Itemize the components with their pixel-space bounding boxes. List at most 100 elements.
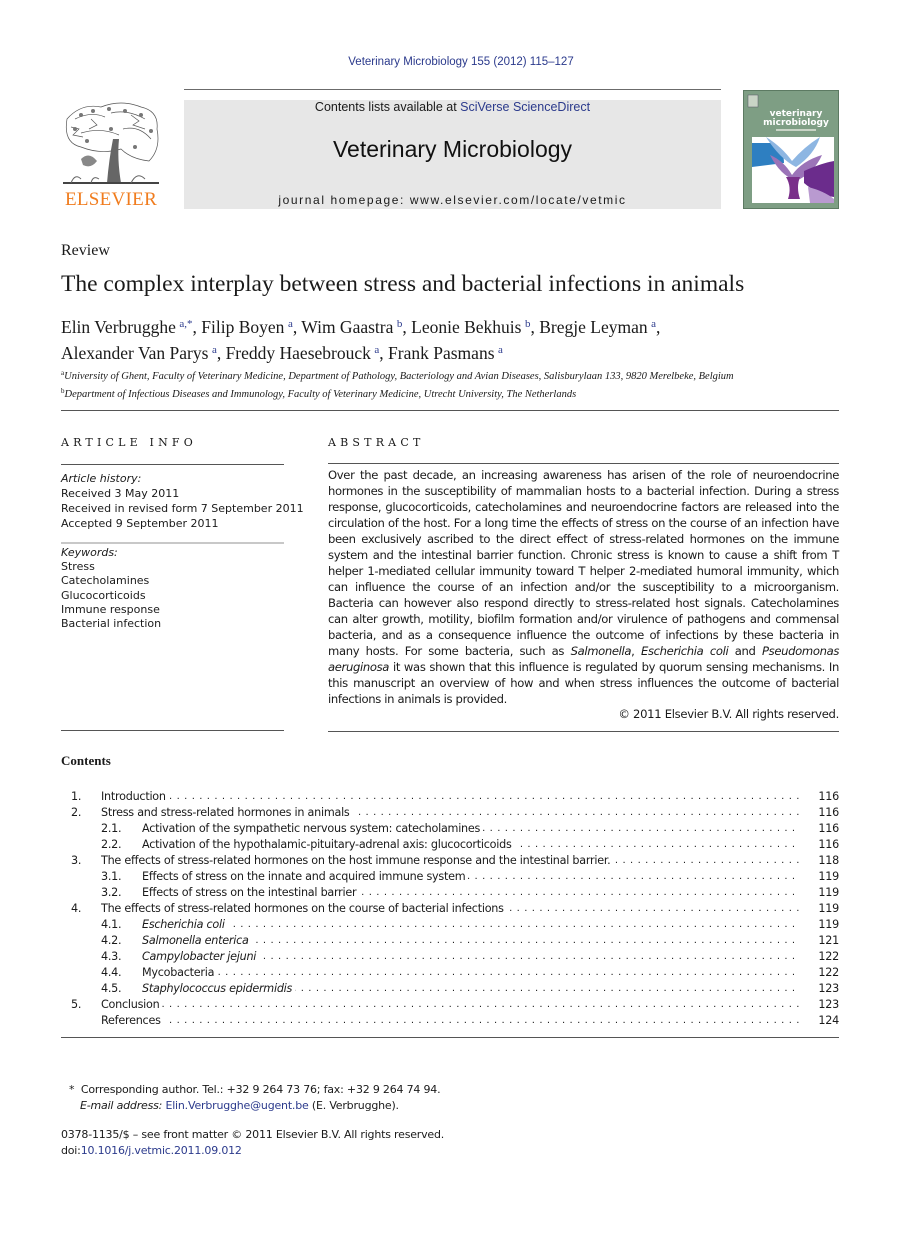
affiliation-marker[interactable]: a	[498, 344, 503, 356]
toc-entry-title[interactable]: Conclusion	[101, 997, 799, 1013]
toc-entry-number: 2.	[71, 806, 82, 819]
toc-entry-title-text: Campylobacter jejuni	[142, 950, 260, 963]
toc-entry-title[interactable]: Campylobacter jejuni	[142, 949, 799, 965]
toc-entry-page[interactable]: 116	[818, 805, 839, 821]
history-label: Article history:	[61, 472, 142, 485]
toc-entry-title-text: Effects of stress on the intestinal barr…	[142, 886, 360, 899]
toc-entry-page[interactable]: 119	[818, 885, 839, 901]
doi-prefix: doi:	[61, 1143, 81, 1157]
toc-entry-title[interactable]: Escherichia coli	[142, 917, 799, 933]
toc-entry-page[interactable]: 121	[818, 933, 839, 949]
divider	[328, 731, 839, 732]
footnote-marker: *	[69, 1083, 75, 1096]
toc-entry[interactable]: 4.3. Campylobacter jejuni 122	[61, 949, 839, 965]
toc-entry-title[interactable]: Effects of stress on the intestinal barr…	[142, 885, 799, 901]
toc-entry[interactable]: 3.1. Effects of stress on the innate and …	[61, 869, 839, 885]
contents-prefix: Contents lists available at	[314, 100, 461, 114]
toc-entry-page[interactable]: 118	[818, 853, 839, 869]
toc-entry[interactable]: 4. The effects of stress-related hormones…	[61, 901, 839, 917]
toc-entry-title[interactable]: Activation of the hypothalamic-pituitary…	[142, 837, 799, 853]
affiliation: bDepartment of Infectious Diseases and I…	[61, 387, 577, 400]
divider	[61, 730, 284, 731]
abstract-text: Over the past decade, an increasing awar…	[328, 468, 840, 706]
toc-entry-title[interactable]: Mycobacteria	[142, 965, 799, 981]
toc-entry-page[interactable]: 119	[818, 917, 839, 933]
toc-entry-page[interactable]: 116	[818, 789, 839, 805]
toc-entry-page[interactable]: 116	[818, 821, 839, 837]
toc-entry[interactable]: 5. Conclusion 123	[61, 997, 839, 1013]
email-suffix: (E. Verbrugghe).	[308, 1098, 399, 1112]
affiliations: aUniversity of Ghent, Faculty of Veterin…	[61, 366, 851, 402]
toc-entry-title-text: Mycobacteria	[142, 966, 218, 979]
toc-entry-page[interactable]: 122	[818, 965, 839, 981]
toc-entry-page[interactable]: 116	[818, 837, 839, 853]
toc-entry-title-text: The effects of stress-related hormones o…	[101, 902, 507, 915]
author[interactable]: Frank Pasmans a	[388, 343, 503, 363]
corresponding-author-footnote: * Corresponding author. Tel.: +32 9 264 …	[69, 1082, 441, 1113]
toc-entry[interactable]: 2.2. Activation of the hypothalamic-pitui…	[61, 837, 839, 853]
toc-entry[interactable]: 2. Stress and stress-related hormones in …	[61, 805, 839, 821]
toc-entry-title[interactable]: The effects of stress-related hormones o…	[101, 901, 799, 917]
toc-entry-title-text: Activation of the sympathetic nervous sy…	[142, 822, 484, 835]
toc-entry-title-text: The effects of stress-related hormones o…	[101, 854, 614, 867]
toc-entry[interactable]: 2.1. Activation of the sympathetic nervou…	[61, 821, 839, 837]
toc-entry[interactable]: References 124	[61, 1013, 839, 1029]
toc-entry-page[interactable]: 123	[818, 981, 839, 997]
toc-entry[interactable]: 3. The effects of stress-related hormones…	[61, 853, 839, 869]
contents-availability: Contents lists available at SciVerse Sci…	[184, 100, 721, 114]
toc-entry-title-text: Conclusion	[101, 998, 163, 1011]
toc-entry-number: 4.4.	[101, 966, 122, 979]
toc-entry-title[interactable]: The effects of stress-related hormones o…	[101, 853, 799, 869]
toc-entry-title[interactable]: Stress and stress-related hormones in an…	[101, 805, 799, 821]
homepage-url[interactable]: www.elsevier.com/locate/vetmic	[410, 193, 627, 207]
toc-entry-title[interactable]: References	[101, 1013, 799, 1029]
toc-entry-title[interactable]: Effects of stress on the innate and acqu…	[142, 869, 799, 885]
doi-link[interactable]: 10.1016/j.vetmic.2011.09.012	[81, 1144, 242, 1157]
author[interactable]: Filip Boyen a	[201, 317, 293, 337]
author[interactable]: Leonie Bekhuis b	[411, 317, 530, 337]
toc-entry-page[interactable]: 119	[818, 901, 839, 917]
toc-entry[interactable]: 4.4. Mycobacteria 122	[61, 965, 839, 981]
toc-entry-title[interactable]: Salmonella enterica	[142, 933, 799, 949]
toc-entry-page[interactable]: 123	[818, 997, 839, 1013]
email-link[interactable]: Elin.Verbrugghe@ugent.be	[165, 1099, 308, 1112]
abstract-heading: ABSTRACT	[328, 436, 425, 449]
author[interactable]: Bregje Leyman a	[539, 317, 656, 337]
affiliation-marker[interactable]: b	[525, 318, 531, 330]
toc-entry[interactable]: 4.2. Salmonella enterica 121	[61, 933, 839, 949]
toc-entry-number: 2.1.	[101, 822, 122, 835]
affiliation: aUniversity of Ghent, Faculty of Veterin…	[61, 369, 734, 382]
affiliation-marker[interactable]: a	[374, 344, 379, 356]
toc-entry-page[interactable]: 119	[818, 869, 839, 885]
contents-heading: Contents	[61, 753, 111, 768]
keyword: Immune response	[61, 602, 160, 616]
toc-entry[interactable]: 3.2. Effects of stress on the intestinal …	[61, 885, 839, 901]
elsevier-wordmark: ELSEVIER	[64, 189, 158, 210]
toc-entry[interactable]: 4.1. Escherichia coli 119	[61, 917, 839, 933]
affiliation-marker[interactable]: a	[651, 318, 656, 330]
affiliation-marker[interactable]: b	[397, 318, 403, 330]
author[interactable]: Alexander Van Parys a	[61, 343, 217, 363]
author[interactable]: Elin Verbrugghe a,*	[61, 317, 193, 337]
author-list: Elin Verbrugghe a,*, Filip Boyen a, Wim …	[61, 317, 661, 363]
affiliation-marker[interactable]: a,*	[179, 318, 192, 330]
affiliation-marker[interactable]: a	[212, 344, 217, 356]
author[interactable]: Wim Gaastra b	[301, 317, 402, 337]
toc-entry[interactable]: 1. Introduction 116	[61, 789, 839, 805]
toc-entry-page[interactable]: 122	[818, 949, 839, 965]
affiliation-marker[interactable]: a	[288, 318, 293, 330]
toc-entry-title[interactable]: Introduction	[101, 789, 799, 805]
toc-entry-page[interactable]: 124	[818, 1013, 839, 1029]
divider	[61, 542, 284, 544]
toc-entry-title-text: Effects of stress on the innate and acqu…	[142, 870, 469, 883]
issn-line: 0378-1135/$ – see front matter © 2011 El…	[61, 1128, 445, 1141]
footnote-contact: Corresponding author. Tel.: +32 9 264 73…	[80, 1083, 441, 1096]
sciencedirect-link[interactable]: SciVerse ScienceDirect	[460, 100, 590, 114]
toc-entry-title-text: Activation of the hypothalamic-pituitary…	[142, 838, 515, 851]
toc-entry-number: 5.	[71, 998, 82, 1011]
toc-entry-title[interactable]: Activation of the sympathetic nervous sy…	[142, 821, 799, 837]
running-head[interactable]: Veterinary Microbiology 155 (2012) 115–1…	[0, 56, 907, 68]
toc-entry[interactable]: 4.5. Staphylococcus epidermidis 123	[61, 981, 839, 997]
toc-entry-title[interactable]: Staphylococcus epidermidis	[142, 981, 799, 997]
author[interactable]: Freddy Haesebrouck a	[226, 343, 380, 363]
